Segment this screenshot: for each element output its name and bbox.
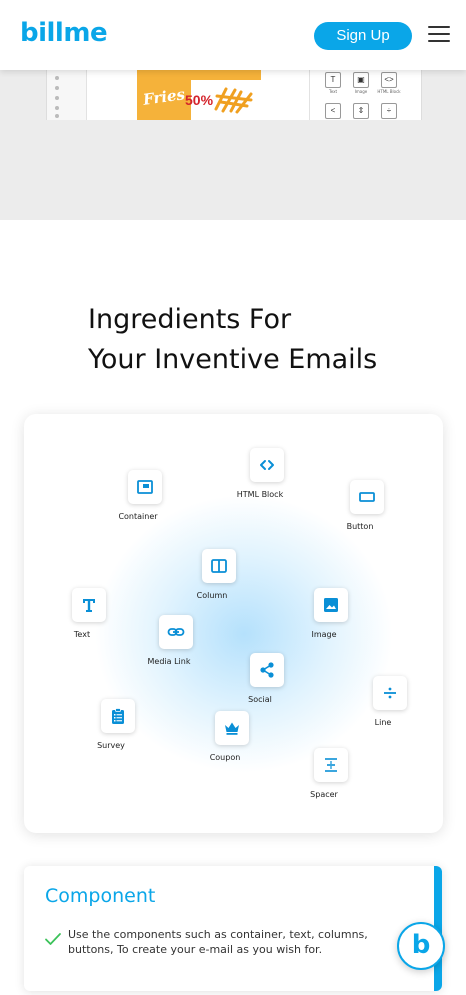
ingredient-label: Column bbox=[196, 591, 228, 600]
editor-left-toolbar bbox=[47, 70, 87, 120]
ingredient-label: Survey bbox=[97, 741, 125, 750]
ingredient-coupon[interactable]: Coupon bbox=[208, 711, 255, 763]
banner-percent-text: 50% bbox=[185, 92, 214, 108]
fries-banner-image: Fries 50% bbox=[137, 70, 261, 120]
hero-band: Fries 50% T Text ▣ Image <> HTML Block <… bbox=[0, 70, 466, 220]
ingredient-html-block[interactable]: HTML Block bbox=[237, 448, 290, 500]
hamburger-menu-icon[interactable] bbox=[428, 24, 450, 44]
code-icon bbox=[249, 448, 284, 482]
check-icon bbox=[45, 933, 61, 945]
ingredient-label: Social bbox=[248, 695, 272, 704]
billme-chat-icon: b bbox=[411, 930, 431, 960]
billme-logo[interactable]: billme bbox=[20, 18, 108, 48]
tool-share-icon[interactable]: < bbox=[325, 103, 341, 119]
component-description: Use the components such as container, te… bbox=[68, 928, 368, 956]
ingredients-card: Container HTML Block Button Column Text … bbox=[24, 414, 443, 833]
ingredient-spacer[interactable]: Spacer bbox=[307, 748, 354, 800]
tool-image-label: Image bbox=[354, 89, 368, 94]
ingredient-label: Container bbox=[118, 512, 158, 521]
ingredient-label: Media Link bbox=[147, 657, 191, 666]
tool-html-icon[interactable]: <> bbox=[381, 72, 397, 88]
text-icon bbox=[71, 588, 106, 622]
billme-chat-button[interactable]: b bbox=[397, 922, 445, 970]
section-title: Ingredients For Your Inventive Emails bbox=[88, 300, 448, 380]
ingredient-label: Image bbox=[311, 630, 337, 639]
ingredient-label: HTML Block bbox=[236, 490, 284, 499]
editor-tools-panel: T Text ▣ Image <> HTML Block < ⇕ ÷ bbox=[317, 70, 421, 120]
container-icon bbox=[127, 470, 162, 504]
tool-spacer-icon[interactable]: ⇕ bbox=[353, 103, 369, 119]
ingredient-text[interactable]: Text bbox=[65, 588, 112, 640]
ingredient-media-link[interactable]: Media Link bbox=[148, 615, 199, 667]
component-card: Component Use the components such as con… bbox=[24, 866, 442, 991]
ingredient-container[interactable]: Container bbox=[118, 470, 168, 522]
banner-fries-text: Fries bbox=[141, 85, 187, 109]
editor-preview: Fries 50% T Text ▣ Image <> HTML Block <… bbox=[46, 70, 422, 120]
ingredient-social[interactable]: Social bbox=[243, 653, 290, 705]
crown-icon bbox=[214, 711, 249, 745]
ingredient-label: Button bbox=[346, 522, 374, 531]
divider-icon bbox=[372, 676, 407, 710]
image-icon bbox=[313, 588, 348, 622]
tool-image-icon[interactable]: ▣ bbox=[353, 72, 369, 88]
sign-up-button[interactable]: Sign Up bbox=[314, 22, 412, 50]
ingredient-survey[interactable]: Survey bbox=[94, 699, 141, 751]
button-icon bbox=[349, 480, 384, 514]
ingredient-column[interactable]: Column bbox=[195, 549, 242, 601]
ingredient-label: Line bbox=[374, 718, 392, 727]
section-title-line2: Your Inventive Emails bbox=[88, 344, 378, 375]
spacer-icon bbox=[313, 748, 348, 782]
ingredient-line[interactable]: Line bbox=[366, 676, 413, 728]
component-title: Component bbox=[45, 885, 156, 907]
share-icon bbox=[249, 653, 284, 687]
ingredient-image[interactable]: Image bbox=[307, 588, 354, 640]
ingredient-button[interactable]: Button bbox=[343, 480, 390, 532]
section-title-line1: Ingredients For bbox=[88, 304, 292, 335]
tool-text-label: Text bbox=[328, 89, 338, 94]
site-header: billme Sign Up bbox=[0, 0, 466, 70]
tool-html-label: HTML Block bbox=[377, 89, 401, 94]
column-icon bbox=[201, 549, 236, 583]
ingredient-label: Coupon bbox=[209, 753, 241, 762]
fries-illustration bbox=[214, 87, 253, 114]
tool-line-icon[interactable]: ÷ bbox=[381, 103, 397, 119]
ingredient-label: Text bbox=[73, 630, 91, 639]
tool-text-icon[interactable]: T bbox=[325, 72, 341, 88]
link-icon bbox=[158, 615, 193, 649]
clipboard-icon bbox=[100, 699, 135, 733]
ingredient-label: Spacer bbox=[310, 790, 338, 799]
